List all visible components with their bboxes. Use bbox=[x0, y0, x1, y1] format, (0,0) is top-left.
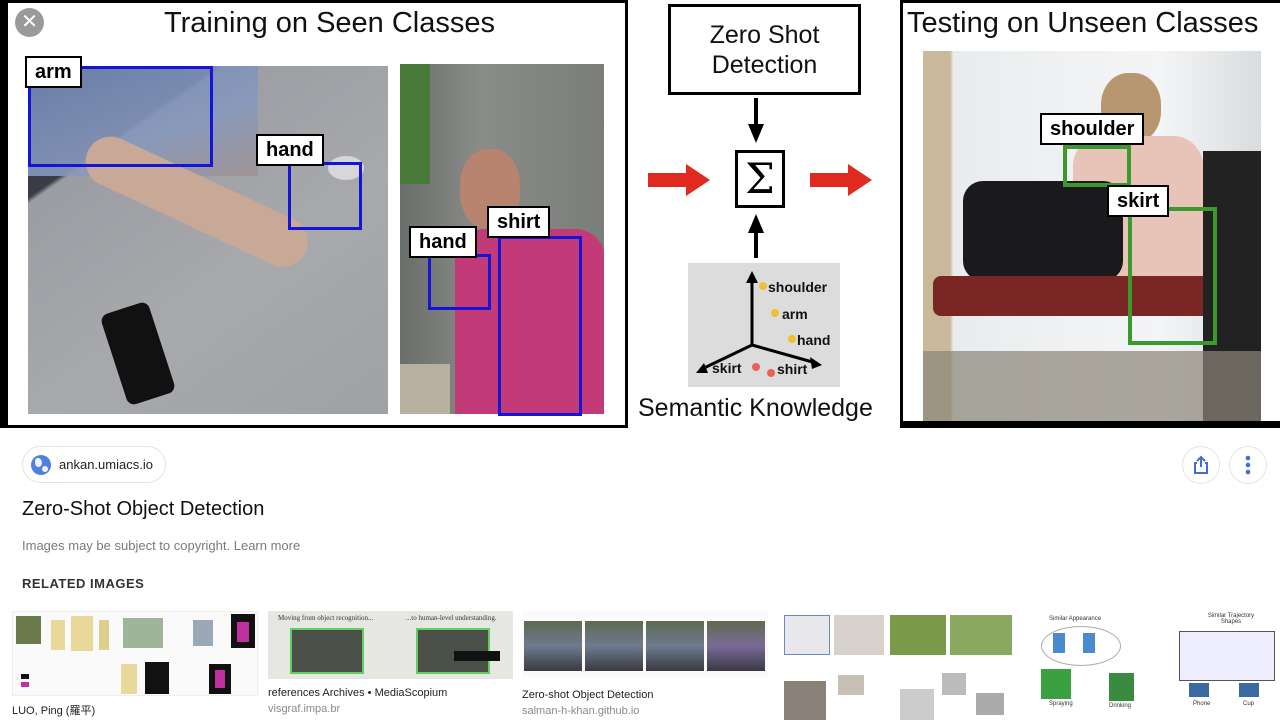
related-thumbnail bbox=[522, 611, 768, 677]
share-icon bbox=[1194, 455, 1208, 474]
related-thumbnail bbox=[776, 611, 1022, 720]
more-vertical-icon bbox=[1245, 455, 1251, 475]
related-image-card[interactable] bbox=[776, 611, 1022, 720]
semantic-word-skirt: skirt bbox=[712, 360, 742, 376]
related-images-heading: RELATED IMAGES bbox=[22, 576, 145, 591]
label-skirt: skirt bbox=[1107, 185, 1170, 217]
related-thumbnail: Moving from object recognition... ...to … bbox=[268, 611, 513, 679]
related-site: visgraf.impa.br bbox=[268, 703, 341, 715]
semantic-knowledge-caption: Semantic Knowledge bbox=[638, 394, 873, 422]
related-title: Zero-shot Object Detection bbox=[522, 689, 654, 701]
thumb-label-cup: Cup bbox=[1243, 701, 1255, 707]
method-diagram-panel: Zero ShotDetection Σ shoulder arm hand bbox=[628, 0, 900, 428]
bbox-shoulder bbox=[1063, 145, 1131, 187]
training-panel-title: Training on Seen Classes bbox=[164, 7, 495, 39]
source-domain: ankan.umiacs.io bbox=[59, 457, 153, 472]
close-icon: ✕ bbox=[21, 11, 38, 33]
thumb-label-phone: Phone bbox=[1193, 701, 1211, 707]
sigma-box: Σ bbox=[735, 150, 785, 208]
bbox-hand-1 bbox=[288, 162, 362, 230]
related-image-card[interactable]: LUO, Ping (羅平) bbox=[12, 611, 258, 718]
close-button[interactable]: ✕ bbox=[15, 8, 44, 37]
semantic-word-shoulder: shoulder bbox=[768, 279, 828, 295]
red-arrow-left-icon bbox=[648, 164, 710, 196]
thumb-label-spraying: Spraying bbox=[1049, 701, 1073, 707]
globe-icon bbox=[31, 454, 51, 475]
down-arrow-icon bbox=[748, 98, 764, 143]
image-viewer: Training on Seen Classes arm hand hand s… bbox=[0, 0, 1280, 428]
copyright-notice: Images may be subject to copyright. Lear… bbox=[22, 538, 300, 553]
label-shirt: shirt bbox=[487, 206, 551, 238]
semantic-space-plot: shoulder arm hand skirt shirt bbox=[688, 263, 840, 387]
source-link[interactable]: ankan.umiacs.io bbox=[22, 446, 166, 483]
semantic-word-hand: hand bbox=[797, 332, 831, 348]
related-image-card[interactable]: Similar Appearance Similar Trajectory Sh… bbox=[1031, 611, 1280, 720]
related-title: references Archives • MediaScopium bbox=[268, 687, 448, 699]
thumb-caption-left: Moving from object recognition... bbox=[278, 614, 374, 622]
copyright-text: Images may be subject to copyright. bbox=[22, 538, 231, 553]
red-arrow-right-icon bbox=[810, 164, 872, 196]
label-arm: arm bbox=[25, 56, 82, 88]
learn-more-link[interactable]: Learn more bbox=[234, 538, 300, 553]
thumb-caption-left: Similar Appearance bbox=[1049, 616, 1102, 622]
label-shoulder: shoulder bbox=[1040, 113, 1145, 145]
testing-panel-title: Testing on Unseen Classes bbox=[907, 7, 1259, 39]
bbox-skirt bbox=[1128, 207, 1217, 345]
semantic-word-shirt: shirt bbox=[777, 361, 808, 377]
related-site: salman-h-khan.github.io bbox=[522, 705, 640, 717]
thumb-caption-right: Similar Trajectory Shapes bbox=[1207, 613, 1255, 625]
thumb-label-drinking: Drinking bbox=[1109, 703, 1132, 709]
training-panel: Training on Seen Classes arm hand hand s… bbox=[8, 3, 625, 425]
related-thumbnail: Similar Appearance Similar Trajectory Sh… bbox=[1031, 611, 1280, 720]
bbox-shirt bbox=[498, 236, 582, 416]
label-hand-1: hand bbox=[256, 134, 324, 166]
related-image-card[interactable]: Moving from object recognition... ...to … bbox=[268, 611, 513, 715]
related-thumbnail bbox=[12, 611, 258, 696]
thumb-caption-right: ...to human-level understanding. bbox=[406, 614, 497, 622]
semantic-word-arm: arm bbox=[782, 306, 808, 322]
related-image-card[interactable]: Zero-shot Object Detection salman-h-khan… bbox=[522, 611, 768, 717]
bbox-hand-2 bbox=[428, 254, 491, 310]
up-arrow-icon bbox=[748, 214, 764, 258]
image-title: Zero-Shot Object Detection bbox=[22, 498, 265, 520]
more-options-button[interactable] bbox=[1229, 446, 1267, 484]
share-button[interactable] bbox=[1182, 446, 1220, 484]
label-hand-2: hand bbox=[409, 226, 477, 258]
testing-panel: Testing on Unseen Classes shoulder skirt bbox=[903, 3, 1280, 421]
image-details-sheet: ankan.umiacs.io Zero-Shot Object Detecti… bbox=[0, 428, 1280, 720]
related-title: LUO, Ping (羅平) bbox=[12, 705, 96, 717]
